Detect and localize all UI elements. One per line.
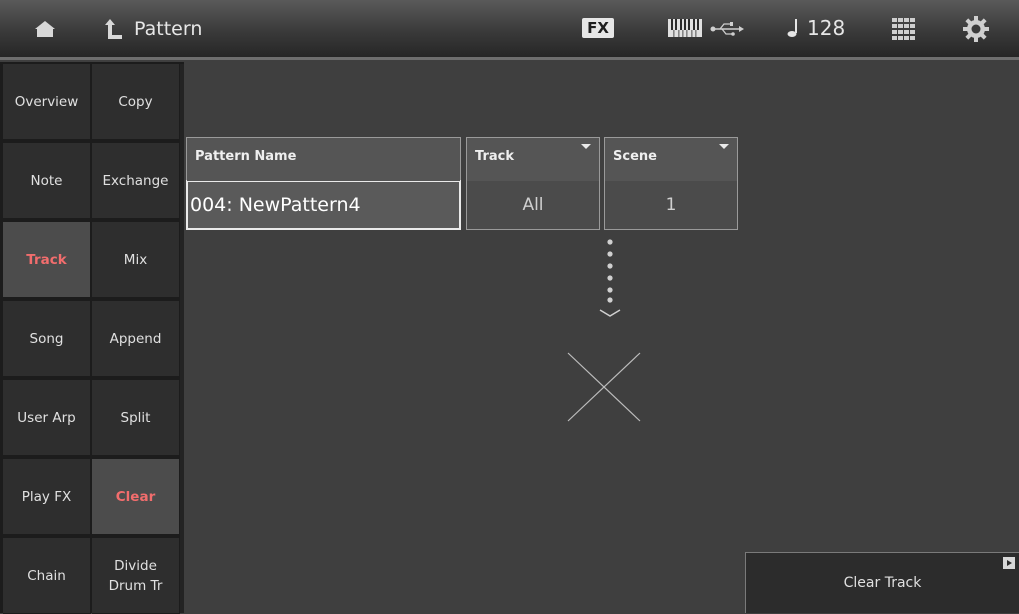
nav-chain-label: Chain (27, 567, 66, 584)
nav-divide-drum-tr-button[interactable]: Divide Drum Tr (92, 538, 180, 614)
header-divider (0, 57, 1019, 60)
nav-mix-label: Mix (123, 251, 148, 268)
nav-user-arp-label: User Arp (17, 409, 76, 426)
back-arrow-icon (105, 18, 122, 39)
home-button[interactable] (20, 0, 70, 57)
nav-play-fx-button[interactable]: Play FX (3, 459, 91, 535)
note-icon (787, 19, 797, 37)
nav-track-label: Track (26, 251, 67, 268)
nav-copy-label: Copy (118, 93, 153, 110)
cross-icon (567, 352, 641, 422)
nav-append-label: Append (109, 330, 162, 347)
fx-badge[interactable]: FX (582, 18, 614, 38)
track-selector[interactable]: Track All (466, 137, 600, 230)
nav-track-button[interactable]: Track (3, 222, 91, 298)
nav-note-button[interactable]: Note (3, 143, 91, 219)
clear-flow-graphic (567, 239, 641, 422)
nav-chain-button[interactable]: Chain (3, 538, 91, 614)
nav-divider (180, 64, 184, 613)
track-label: Track (475, 149, 514, 164)
play-icon (1003, 557, 1015, 569)
tempo-display[interactable]: 128 (787, 16, 845, 40)
home-icon (35, 20, 55, 37)
keyboard-icon (668, 19, 702, 37)
clear-track-label: Clear Track (843, 575, 922, 591)
scene-value[interactable]: 1 (605, 181, 737, 229)
top-bar: Pattern FX 128 (0, 0, 1019, 60)
gear-icon[interactable] (962, 15, 990, 43)
nav-clear-label: Clear (115, 488, 156, 505)
nav-split-button[interactable]: Split (92, 380, 180, 456)
grid-icon[interactable] (892, 18, 916, 40)
nav-user-arp-button[interactable]: User Arp (3, 380, 91, 456)
tempo-value: 128 (807, 16, 846, 40)
track-value[interactable]: All (467, 181, 599, 229)
clear-track-button[interactable]: Clear Track (745, 552, 1019, 613)
nav-exchange-label: Exchange (102, 172, 169, 189)
nav-overview-button[interactable]: Overview (3, 64, 91, 140)
nav-overview-label: Overview (14, 93, 79, 110)
nav-copy-button[interactable]: Copy (92, 64, 180, 140)
chevron-down-icon (599, 309, 621, 317)
nav-mix-button[interactable]: Mix (92, 222, 180, 298)
pattern-name-label: Pattern Name (187, 138, 460, 181)
nav-play-fx-label: Play FX (21, 488, 72, 505)
nav-song-label: Song (29, 330, 64, 347)
usb-icon (710, 22, 744, 36)
nav-note-label: Note (30, 172, 63, 189)
dropdown-arrow-icon (719, 144, 729, 149)
page-title: Pattern (134, 18, 203, 40)
nav-split-label: Split (120, 409, 151, 426)
back-button[interactable] (98, 0, 130, 57)
scene-selector[interactable]: Scene 1 (604, 137, 738, 230)
nav-exchange-button[interactable]: Exchange (92, 143, 180, 219)
dropdown-arrow-icon (581, 144, 591, 149)
nav-clear-button[interactable]: Clear (92, 459, 180, 535)
nav-song-button[interactable]: Song (3, 301, 91, 377)
pattern-name-value[interactable]: 004: NewPattern4 (186, 180, 461, 230)
dotted-line-icon (607, 239, 613, 303)
pattern-name-field[interactable]: Pattern Name 004: NewPattern4 (186, 137, 461, 230)
scene-label: Scene (613, 149, 657, 164)
nav-append-button[interactable]: Append (92, 301, 180, 377)
nav-divide-drum-tr-label: Divide Drum Tr (108, 557, 163, 594)
